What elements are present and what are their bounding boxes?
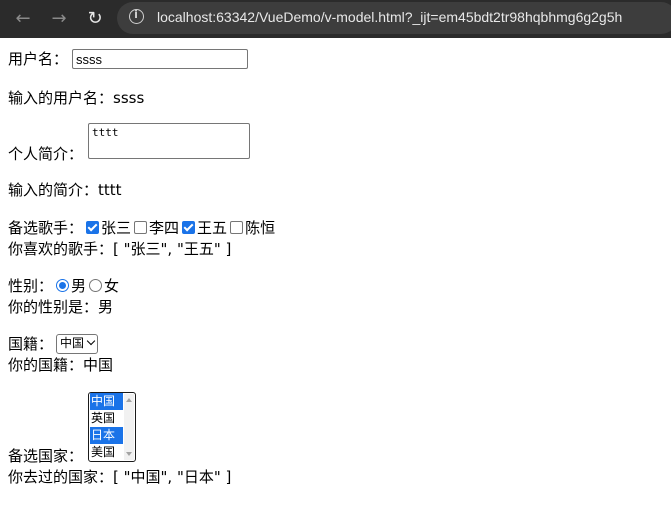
gender-option-0[interactable]: 男 <box>71 277 86 295</box>
singers-label: 备选歌手： <box>8 219 84 237</box>
countries-echo: 你去过的国家：[ "中国", "日本" ] <box>8 467 231 487</box>
address-bar[interactable]: localhost:63342/VueDemo/v-model.html?_ij… <box>117 2 671 34</box>
singer-checkbox-3[interactable] <box>230 221 244 234</box>
gender-option-1[interactable]: 女 <box>104 277 119 295</box>
singers-echo-label: 你喜欢的歌手： <box>8 240 114 258</box>
nationality-select[interactable]: 中国 <box>56 334 99 354</box>
bio-echo-value: tttt <box>98 181 122 199</box>
singer-checkbox-1[interactable] <box>134 221 148 234</box>
singers-echo: 你喜欢的歌手：[ "张三", "王五" ] <box>8 239 231 259</box>
listbox-scrollbar[interactable] <box>124 394 134 460</box>
countries-label: 备选国家： <box>8 447 84 465</box>
back-arrow-icon[interactable]: ← <box>8 4 38 34</box>
gender-echo-label: 你的性别是： <box>8 298 99 316</box>
singer-label-0[interactable]: 张三 <box>101 219 131 237</box>
nationality-label: 国籍： <box>8 335 54 353</box>
nationality-selected-value: 中国 <box>60 336 85 350</box>
singer-label-2[interactable]: 王五 <box>197 219 227 237</box>
gender-radio-1[interactable] <box>89 279 103 292</box>
nationality-echo: 你的国籍：中国 <box>8 355 113 375</box>
gender-group: 性别： 男女 <box>8 276 119 296</box>
bio-label: 个人简介： <box>8 145 84 163</box>
singers-echo-value: [ "张三", "王五" ] <box>113 240 232 258</box>
username-echo-label: 输入的用户名： <box>8 89 114 107</box>
forward-arrow-icon[interactable]: → <box>44 4 74 34</box>
countries-echo-label: 你去过的国家： <box>8 468 114 486</box>
singer-checkbox-2[interactable] <box>182 221 196 234</box>
scroll-up-icon[interactable] <box>126 398 132 402</box>
reload-icon[interactable]: ↻ <box>80 4 110 34</box>
singer-label-3[interactable]: 陈恒 <box>245 219 275 237</box>
country-option-0[interactable]: 中国 <box>90 393 123 410</box>
chevron-down-icon <box>86 336 96 346</box>
country-option-1[interactable]: 英国 <box>90 410 123 427</box>
username-label: 用户名： <box>8 50 69 68</box>
username-input[interactable] <box>72 49 248 69</box>
info-icon[interactable] <box>129 8 144 24</box>
gender-echo: 你的性别是：男 <box>8 297 113 317</box>
bio-echo-label: 输入的简介： <box>8 181 99 199</box>
singer-label-1[interactable]: 李四 <box>149 219 179 237</box>
gender-label: 性别： <box>8 277 54 295</box>
countries-listbox[interactable]: 中国 英国 日本 美国 <box>88 392 136 462</box>
browser-toolbar: ← → ↻ localhost:63342/VueDemo/v-model.ht… <box>0 0 671 38</box>
scroll-down-icon[interactable] <box>126 452 132 456</box>
nationality-echo-label: 你的国籍： <box>8 356 84 374</box>
nationality-echo-value: 中国 <box>83 356 114 374</box>
gender-echo-value: 男 <box>98 298 114 316</box>
countries-echo-value: [ "中国", "日本" ] <box>113 468 232 486</box>
bio-echo: 输入的简介：tttt <box>8 180 122 200</box>
url-text[interactable]: localhost:63342/VueDemo/v-model.html?_ij… <box>157 9 671 25</box>
gender-radio-0[interactable] <box>56 279 70 292</box>
username-echo-value: ssss <box>113 89 145 107</box>
country-option-2[interactable]: 日本 <box>90 427 123 444</box>
bio-textarea[interactable]: tttt <box>88 123 250 159</box>
singer-checkbox-0[interactable] <box>86 221 100 234</box>
username-echo: 输入的用户名：ssss <box>8 88 144 108</box>
singers-group: 备选歌手： 张三 李四 王五 陈恒 <box>8 218 275 238</box>
country-option-3[interactable]: 美国 <box>90 444 123 461</box>
